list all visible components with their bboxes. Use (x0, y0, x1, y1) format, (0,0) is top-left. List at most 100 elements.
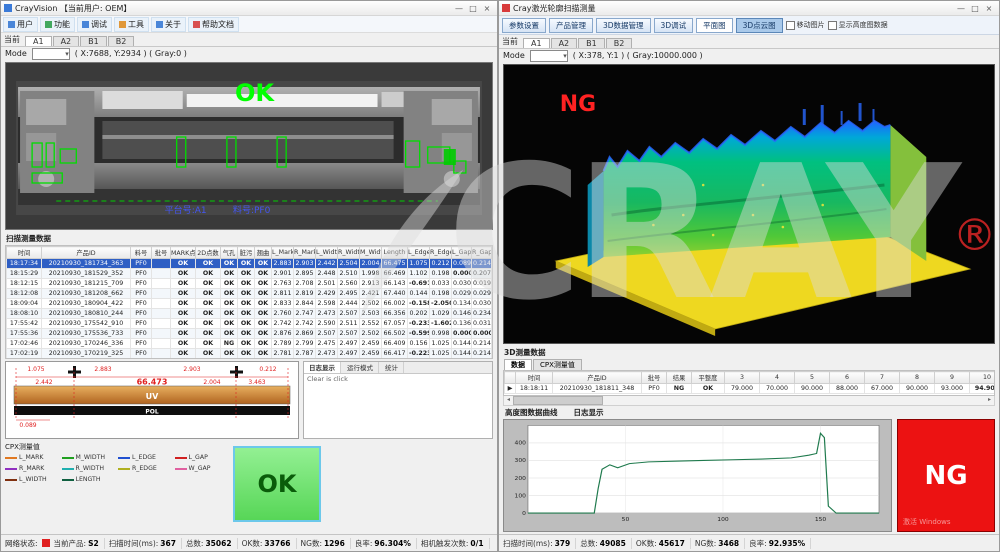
measurement-diagram: UV POL 1.075 2.883 (5, 361, 299, 439)
legend-swatch-icon (5, 468, 17, 470)
log-tab-0[interactable]: 日志显示 (304, 362, 341, 373)
log-tab-2[interactable]: 统计 (380, 362, 404, 373)
cursor-coords: ( X:378, Y:1 ) ( Gray:10000.000 ) (573, 51, 703, 60)
scrollbar-thumb[interactable] (513, 396, 603, 405)
col-header: 产品ID (42, 247, 131, 259)
tab-a2[interactable]: A2 (551, 38, 578, 48)
toolbar-param-settings[interactable]: 参数设置 (502, 18, 546, 33)
toolbar-plan-view[interactable]: 平面图 (696, 18, 733, 33)
checkbox-move-image[interactable]: 移动图片 (786, 20, 825, 30)
maximize-button[interactable]: □ (466, 4, 480, 13)
svg-text:100: 100 (717, 517, 729, 523)
tab-a2[interactable]: A2 (53, 36, 80, 46)
tab-b2[interactable]: B2 (108, 36, 135, 46)
mode-select[interactable]: ▾ (32, 48, 70, 60)
menu-user[interactable]: 用户 (3, 17, 38, 32)
desktop: CrayVision 【当前用户: OEM】 — □ × 用户功能调试工具关于帮… (0, 0, 1000, 552)
right-toolbar: 参数设置产品管理3D数据管理3D调试平面图3D点云图移动图片显示高度图数据 (499, 16, 999, 35)
col-header: 批号 (642, 372, 667, 384)
close-button[interactable]: × (982, 4, 996, 13)
mode-label: Mode (503, 51, 525, 60)
legend-item: R_MARK (5, 465, 58, 472)
scroll-right-arrow[interactable]: ▸ (985, 396, 994, 404)
result-indicator-ok: OK (233, 446, 321, 522)
scroll-left-arrow[interactable]: ◂ (504, 396, 513, 404)
camera-image[interactable]: OK 平台号:A1 料号:PF0 (5, 62, 493, 230)
table-row[interactable]: 18:09:0420210930_180904_422PF0OKOKOKOKOK… (7, 299, 492, 309)
data-tab-0[interactable]: 数据 (504, 359, 532, 370)
status-ng-count: NG数:1296 (301, 538, 351, 549)
col-header: 4 (760, 372, 795, 384)
close-button[interactable]: × (480, 4, 494, 13)
table-row[interactable]: 17:55:4220210930_175542_910PF0OKOKOKOKOK… (7, 319, 492, 329)
toolbar-debug-3d[interactable]: 3D调试 (654, 18, 694, 33)
result-text: NG (560, 92, 596, 117)
menu-function[interactable]: 功能 (40, 17, 75, 32)
checkbox-show-heightmap[interactable]: 显示高度图数据 (828, 20, 888, 30)
menu-help-doc[interactable]: 帮助文档 (188, 17, 239, 32)
toolbar-pointcloud-view[interactable]: 3D点云图 (736, 18, 783, 33)
tab-b1[interactable]: B1 (80, 36, 107, 46)
tab-b2[interactable]: B2 (606, 38, 633, 48)
table-row[interactable]: 17:02:1920210930_170219_325PF0OKOKOKOKOK… (7, 349, 492, 359)
toolbar-product-manage[interactable]: 产品管理 (549, 18, 593, 33)
material-text: 料号:PF0 (233, 204, 271, 216)
col-header: 脏污 (238, 247, 255, 259)
right-titlebar: Cray激光轮廓扫描测量 — □ × (499, 1, 999, 16)
legend-item: L_MARK (5, 454, 58, 461)
col-header: 6 (830, 372, 865, 384)
horizontal-scrollbar[interactable]: ◂ ▸ (503, 396, 995, 406)
col-header: 平整度 (692, 372, 725, 384)
legend-swatch-icon (62, 479, 74, 481)
table-row[interactable]: 17:55:3620210930_175536_733PF0OKOKOKOKOK… (7, 329, 492, 339)
mode-label: Mode (5, 49, 27, 58)
svg-text:66.473: 66.473 (137, 378, 168, 387)
table-row[interactable]: ▶18:18:1120210930_181811_348PF0NGOK79.00… (505, 384, 996, 394)
table-row[interactable]: 17:02:4620210930_170246_336PF0OKOKNGOKOK… (7, 339, 492, 349)
data-tab-1[interactable]: CPX测量值 (533, 359, 582, 370)
app-icon (4, 4, 12, 12)
left-status-items: 当前产品:S2扫描时间(ms):367总数:35062OK数:33766NG数:… (54, 538, 490, 549)
tab-b1[interactable]: B1 (578, 38, 605, 48)
toolbar-data-manage[interactable]: 3D数据管理 (596, 18, 651, 33)
col-header: 气孔 (221, 247, 238, 259)
col-header: R_Edge (430, 247, 452, 259)
table-row[interactable]: 18:17:3420210930_181734_363PF0OKOKOKOKOK… (7, 259, 492, 269)
svg-text:1.075: 1.075 (27, 366, 44, 373)
svg-text:2.442: 2.442 (35, 379, 52, 386)
app-icon (502, 4, 510, 12)
minimize-button[interactable]: — (954, 4, 968, 13)
status-camera-trigger: 相机触发次数:0/1 (421, 538, 490, 549)
legend-item: L_GAP (175, 454, 228, 461)
minimize-button[interactable]: — (452, 4, 466, 13)
status-ok-count: OK数:33766 (242, 538, 297, 549)
legend-item: M_WIDTH (62, 454, 115, 461)
right-table-wrap[interactable]: 时间产品ID批号结果平整度34567891011▶18:18:112021093… (503, 370, 995, 396)
table-row[interactable]: 18:08:1020210930_180810_244PF0OKOKOKOKOK… (7, 309, 492, 319)
svg-text:3.463: 3.463 (248, 379, 265, 386)
status-total-count: 总数:35062 (186, 538, 238, 549)
maximize-button[interactable]: □ (968, 4, 982, 13)
log-tab-1[interactable]: 运行模式 (342, 362, 379, 373)
tab-a1[interactable]: A1 (523, 38, 550, 48)
table-row[interactable]: 18:15:2920210930_181529_352PF0OKOKOKOKOK… (7, 269, 492, 279)
legend-item: W_GAP (175, 465, 228, 472)
col-header: L_Width (316, 247, 338, 259)
legend-item: LENGTH (62, 476, 115, 483)
mode-select[interactable]: ▾ (530, 50, 568, 62)
svg-text:150: 150 (815, 517, 827, 523)
table-row[interactable]: 18:12:0820210930_181208_662PF0OKOKOKOKOK… (7, 289, 492, 299)
result-text: OK (235, 79, 276, 107)
menu-tools[interactable]: 工具 (114, 17, 149, 32)
col-header: 8 (900, 372, 935, 384)
log-panel: 日志显示运行模式统计 Clear is click (303, 361, 493, 439)
col-header: 翘曲 (255, 247, 272, 259)
left-table-wrap[interactable]: 时间产品ID料号批号MARK点2D点数气孔脏污翘曲L_MarkR_MarkL_W… (5, 245, 493, 359)
menu-debug[interactable]: 调试 (77, 17, 112, 32)
tab-a1[interactable]: A1 (25, 36, 52, 46)
menu-about[interactable]: 关于 (151, 17, 186, 32)
pointcloud-view[interactable]: NG (503, 64, 995, 344)
table-row[interactable]: 18:12:1520210930_181215_709PF0OKOKOKOKOK… (7, 279, 492, 289)
network-status-indicator (42, 539, 50, 547)
legend-item: R_EDGE (118, 465, 171, 472)
